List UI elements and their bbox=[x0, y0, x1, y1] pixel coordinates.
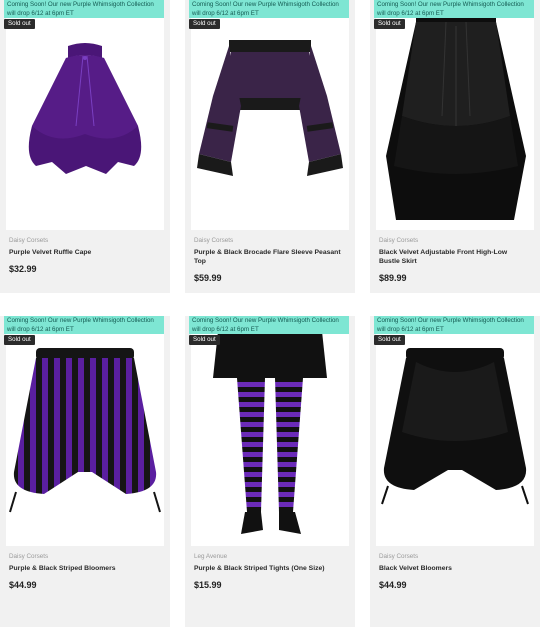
product-price: $44.99 bbox=[9, 580, 37, 590]
sold-out-badge: Sold out bbox=[4, 335, 35, 345]
product-brand: Daisy Corsets bbox=[379, 553, 419, 560]
coming-soon-banner: Coming Soon! Our new Purple Whimsigoth C… bbox=[374, 316, 534, 334]
product-price: $59.99 bbox=[194, 273, 222, 283]
product-card[interactable]: Coming Soon! Our new Purple Whimsigoth C… bbox=[185, 0, 355, 293]
product-title[interactable]: Purple & Black Striped Tights (One Size) bbox=[194, 564, 344, 573]
product-card-partial bbox=[185, 607, 355, 627]
product-image-bustle-skirt[interactable] bbox=[376, 6, 534, 230]
coming-soon-banner: Coming Soon! Our new Purple Whimsigoth C… bbox=[4, 0, 164, 18]
product-title[interactable]: Purple Velvet Ruffle Cape bbox=[9, 248, 159, 257]
product-brand: Daisy Corsets bbox=[9, 553, 49, 560]
product-card[interactable]: Coming Soon! Our new Purple Whimsigoth C… bbox=[0, 0, 170, 293]
sold-out-badge: Sold out bbox=[374, 335, 405, 345]
product-price: $15.99 bbox=[194, 580, 222, 590]
product-price: $89.99 bbox=[379, 273, 407, 283]
product-card[interactable]: Coming Soon! Our new Purple Whimsigoth C… bbox=[370, 316, 540, 609]
product-price: $44.99 bbox=[379, 580, 407, 590]
product-title[interactable]: Purple & Black Brocade Flare Sleeve Peas… bbox=[194, 248, 344, 266]
product-title[interactable]: Black Velvet Adjustable Front High-Low B… bbox=[379, 248, 529, 266]
product-title[interactable]: Black Velvet Bloomers bbox=[379, 564, 529, 573]
sold-out-badge: Sold out bbox=[374, 19, 405, 29]
product-card-partial bbox=[0, 607, 170, 627]
product-brand: Daisy Corsets bbox=[9, 237, 49, 244]
product-card[interactable]: Coming Soon! Our new Purple Whimsigoth C… bbox=[370, 0, 540, 293]
coming-soon-banner: Coming Soon! Our new Purple Whimsigoth C… bbox=[4, 316, 164, 334]
product-image-peasant-top[interactable] bbox=[191, 6, 349, 230]
product-price: $32.99 bbox=[9, 264, 37, 274]
sold-out-badge: Sold out bbox=[4, 19, 35, 29]
product-image-cape[interactable] bbox=[6, 6, 164, 230]
product-card-partial bbox=[370, 607, 540, 627]
coming-soon-banner: Coming Soon! Our new Purple Whimsigoth C… bbox=[374, 0, 534, 18]
product-image-striped-tights[interactable] bbox=[191, 322, 349, 546]
product-brand: Daisy Corsets bbox=[194, 237, 234, 244]
coming-soon-banner: Coming Soon! Our new Purple Whimsigoth C… bbox=[189, 0, 349, 18]
product-image-velvet-bloomers[interactable] bbox=[376, 322, 534, 546]
product-card[interactable]: Coming Soon! Our new Purple Whimsigoth C… bbox=[0, 316, 170, 609]
coming-soon-banner: Coming Soon! Our new Purple Whimsigoth C… bbox=[189, 316, 349, 334]
product-title[interactable]: Purple & Black Striped Bloomers bbox=[9, 564, 159, 573]
product-brand: Leg Avenue bbox=[194, 553, 228, 560]
product-card[interactable]: Coming Soon! Our new Purple Whimsigoth C… bbox=[185, 316, 355, 609]
sold-out-badge: Sold out bbox=[189, 19, 220, 29]
sold-out-badge: Sold out bbox=[189, 335, 220, 345]
product-brand: Daisy Corsets bbox=[379, 237, 419, 244]
product-image-striped-bloomers[interactable] bbox=[6, 322, 164, 546]
